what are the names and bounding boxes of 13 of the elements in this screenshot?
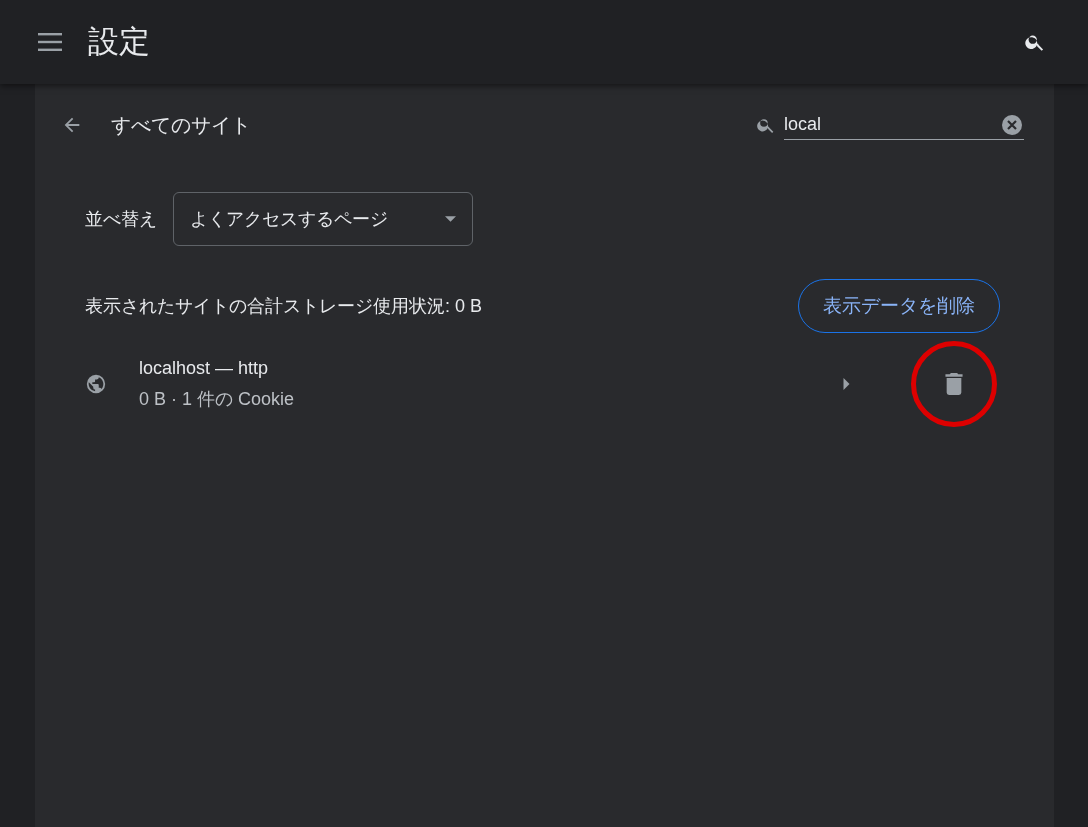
globe-icon [85, 373, 107, 395]
storage-summary: 表示されたサイトの合計ストレージ使用状況: 0 B [85, 294, 483, 318]
clear-icon[interactable] [1002, 115, 1022, 135]
delete-icon[interactable] [945, 373, 963, 395]
site-details: 0 B · 1 件の Cookie [139, 388, 295, 411]
expand-arrow-icon[interactable] [843, 378, 850, 390]
sort-label: 並べ替え [85, 207, 157, 231]
page-title: 設定 [88, 22, 150, 61]
sort-dropdown[interactable]: よくアクセスするページ [173, 192, 473, 246]
caret-icon [445, 216, 456, 222]
subpage-title: すべてのサイト [111, 113, 251, 138]
menu-icon[interactable] [38, 33, 62, 51]
site-name: localhost — http [139, 356, 270, 380]
